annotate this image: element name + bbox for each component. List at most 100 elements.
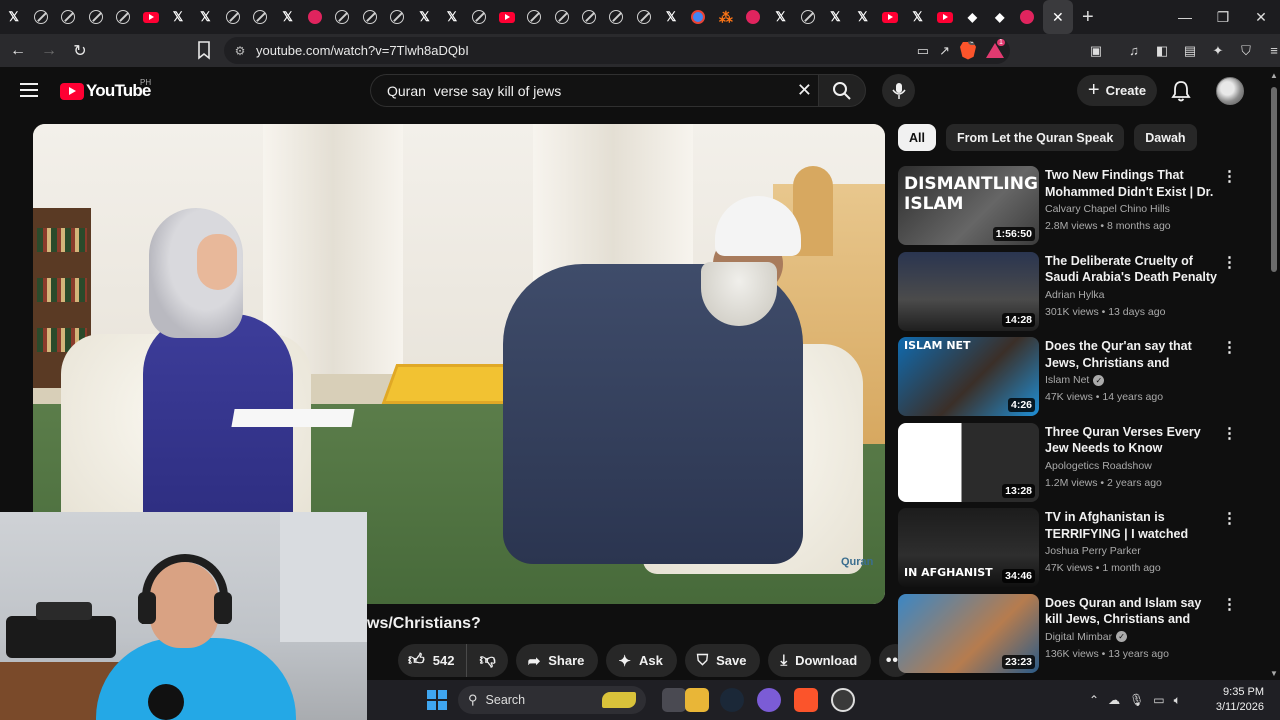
share-button[interactable]: ➦ Share [515, 644, 599, 677]
browser-tab[interactable] [740, 0, 767, 34]
browser-tab[interactable] [603, 0, 630, 34]
notifications-bell-icon[interactable] [1170, 79, 1192, 103]
browser-tab[interactable] [794, 0, 821, 34]
media-icon[interactable]: ♫ [1124, 41, 1144, 61]
hamburger-menu-icon[interactable] [20, 83, 38, 97]
browser-tab[interactable] [520, 0, 547, 34]
recommended-video[interactable]: ISLAM NET 4:26 Does the Qur'an say that … [898, 337, 1248, 417]
video-thumbnail[interactable]: DISMANTLING ISLAM 1:56:50 [898, 166, 1039, 245]
browser-tab[interactable]: 𝕏 [192, 0, 219, 34]
steam-icon[interactable] [720, 688, 744, 712]
cloud-icon[interactable]: ☁ [1108, 693, 1120, 707]
create-button[interactable]: + Create [1077, 75, 1157, 106]
file-explorer-icon[interactable] [685, 688, 709, 712]
recommended-video[interactable]: 13:28 Three Quran Verses Every Jew Needs… [898, 422, 1248, 503]
taskbar-clock[interactable]: 9:35 PM 3/11/2026 [1216, 685, 1264, 715]
brave-rewards-icon[interactable]: 1 [986, 39, 1005, 58]
obs-icon[interactable] [831, 688, 855, 712]
more-vertical-icon[interactable]: ⋮ [1222, 596, 1237, 616]
channel-name-row[interactable]: Digital Mimbar ✓ [1045, 631, 1128, 643]
browser-tab[interactable]: 𝕏 [767, 0, 794, 34]
channel-name-row[interactable]: Islam Net ✓ [1045, 374, 1105, 386]
browser-tab[interactable]: 𝕏 [849, 0, 876, 34]
browser-tab[interactable] [110, 0, 137, 34]
browser-tab[interactable]: ◆ [959, 0, 986, 34]
leo-ai-icon[interactable]: ✦ [1208, 41, 1228, 61]
browser-tab[interactable]: 𝕏 [0, 0, 27, 34]
search-input[interactable]: Quran verse say kill of jews ✕ [370, 74, 818, 107]
video-thumbnail[interactable]: ISLAM NET 4:26 [898, 337, 1039, 416]
chat-app-icon[interactable] [757, 688, 781, 712]
browser-tab[interactable] [55, 0, 82, 34]
ask-button[interactable]: ✦ Ask [606, 644, 677, 677]
task-view-icon[interactable] [662, 688, 686, 712]
browser-tab[interactable] [329, 0, 356, 34]
menu-icon[interactable]: ≡ [1264, 41, 1280, 61]
scroll-down-icon[interactable]: ▼ [1270, 669, 1278, 678]
browser-tab[interactable] [466, 0, 493, 34]
site-settings-icon[interactable]: ⚙ [230, 44, 250, 58]
browser-tab[interactable] [82, 0, 109, 34]
sidebar-icon[interactable]: ◧ [1152, 41, 1172, 61]
recommended-video-title[interactable]: Two New Findings That Mohammed Didn't Ex… [1045, 167, 1217, 200]
youtube-logo[interactable]: YouTube [60, 81, 151, 101]
back-button[interactable]: ← [5, 38, 31, 64]
tray-overflow-icon[interactable]: ⌃ [1089, 693, 1099, 707]
more-vertical-icon[interactable]: ⋮ [1222, 168, 1237, 188]
windows-start-icon[interactable] [427, 690, 447, 710]
filter-chip[interactable]: Dawah [1134, 124, 1197, 151]
browser-tab[interactable]: ◆ [986, 0, 1013, 34]
brave-browser-icon[interactable] [794, 688, 818, 712]
more-vertical-icon[interactable]: ⋮ [1222, 425, 1237, 445]
scroll-up-icon[interactable]: ▲ [1270, 71, 1278, 80]
recommended-video[interactable]: 14:28 The Deliberate Cruelty of Saudi Ar… [898, 251, 1248, 332]
recommended-video[interactable]: IN AFGHANIST 34:46 TV in Afghanistan is … [898, 508, 1248, 588]
browser-tab[interactable]: 𝕏 [822, 0, 849, 34]
video-thumbnail[interactable]: 13:28 [898, 422, 1039, 502]
wallet-icon[interactable]: ▤ [1180, 41, 1200, 61]
new-tab-button[interactable]: + [1073, 0, 1103, 34]
close-tab-button[interactable]: ✕ [1042, 0, 1073, 34]
forward-button[interactable]: → [36, 38, 62, 64]
voice-search-button[interactable] [882, 74, 915, 107]
recommended-video[interactable]: DISMANTLING ISLAM 1:56:50 Two New Findin… [898, 166, 1248, 246]
cast-icon[interactable]: ▭ [917, 43, 929, 59]
scrollbar-thumb[interactable] [1271, 87, 1277, 272]
more-vertical-icon[interactable]: ⋮ [1222, 510, 1237, 530]
browser-tab[interactable] [301, 0, 328, 34]
more-vertical-icon[interactable]: ⋮ [1222, 254, 1237, 274]
like-button[interactable]: 👍︎ 542 [398, 644, 468, 677]
minimize-button[interactable]: — [1166, 0, 1204, 34]
browser-tab[interactable] [1013, 0, 1040, 34]
brave-shields-icon[interactable]: 64 [960, 41, 976, 60]
download-button[interactable]: ⤓ Download [768, 644, 872, 677]
browser-tab[interactable]: 𝕏 [164, 0, 191, 34]
more-vertical-icon[interactable]: ⋮ [1222, 339, 1237, 359]
browser-tab[interactable] [575, 0, 602, 34]
save-button[interactable]: ⛉ Save [684, 644, 761, 677]
video-thumbnail[interactable]: IN AFGHANIST 34:46 [898, 508, 1039, 587]
browser-tab[interactable] [356, 0, 383, 34]
browser-tab[interactable] [685, 0, 712, 34]
recommended-video-title[interactable]: Does the Qur'an say that Jews, Christian… [1045, 338, 1217, 371]
account-avatar[interactable] [1216, 77, 1244, 105]
reader-mode-icon[interactable]: ▣ [1086, 41, 1106, 61]
recommended-video-title[interactable]: The Deliberate Cruelty of Saudi Arabia's… [1045, 253, 1217, 286]
browser-tab[interactable] [493, 0, 520, 34]
filter-chip[interactable]: All [898, 124, 936, 151]
browser-tab[interactable] [383, 0, 410, 34]
channel-name-row[interactable]: Adrian Hylka [1045, 289, 1105, 301]
video-thumbnail[interactable]: 23:23 [898, 593, 1039, 673]
channel-watermark[interactable]: Quran [841, 556, 873, 568]
page-scrollbar[interactable]: ▲ ▼ [1268, 67, 1280, 680]
browser-tab[interactable] [27, 0, 54, 34]
channel-name-row[interactable]: Joshua Perry Parker [1045, 545, 1141, 557]
video-thumbnail[interactable]: 14:28 [898, 251, 1039, 331]
channel-name-row[interactable]: Calvary Chapel Chino Hills [1045, 203, 1170, 215]
address-bar[interactable]: ⚙ youtube.com/watch?v=7Tlwh8aDQbI ▭ ↗ 64… [224, 37, 1010, 64]
browser-tab[interactable]: 𝕏 [274, 0, 301, 34]
browser-tab[interactable] [247, 0, 274, 34]
browser-tab[interactable]: 𝕏 [904, 0, 931, 34]
browser-tab[interactable]: 𝕏 [438, 0, 465, 34]
recommended-video-title[interactable]: Does Quran and Islam say kill Jews, Chri… [1045, 595, 1217, 628]
